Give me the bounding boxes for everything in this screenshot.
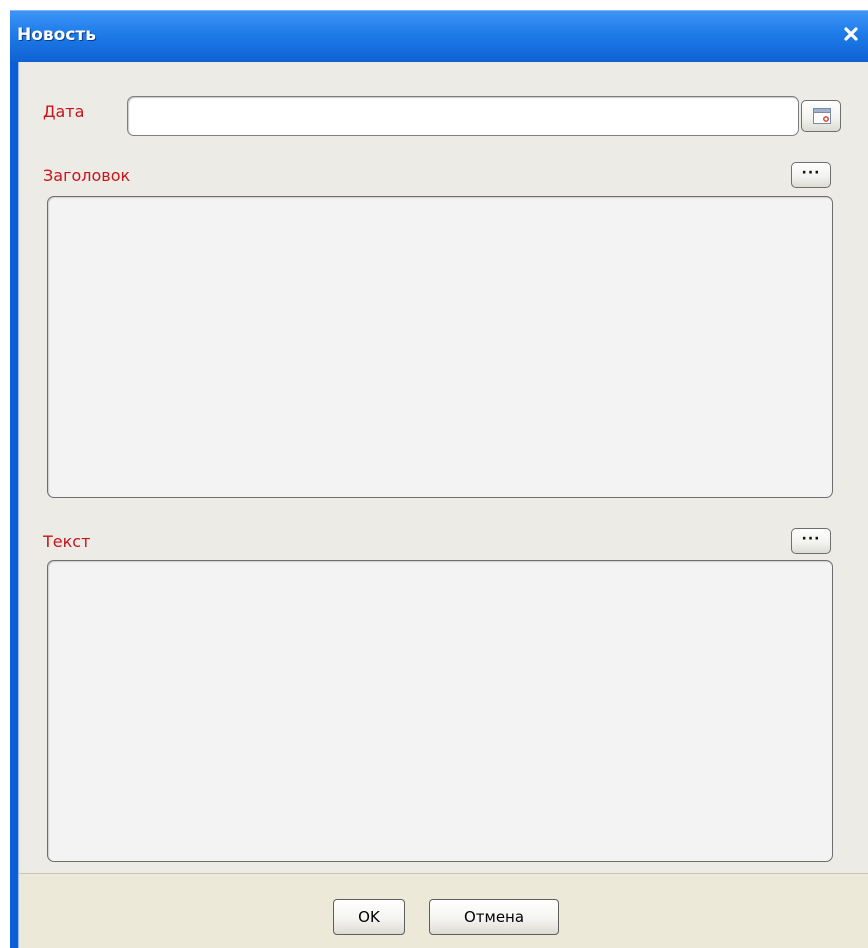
close-button[interactable] <box>838 21 864 47</box>
heading-textarea[interactable] <box>47 196 833 498</box>
heading-label: Заголовок <box>43 166 131 185</box>
text-textarea[interactable] <box>47 560 833 862</box>
window-title: Новость <box>17 25 97 45</box>
news-dialog-window: Новость Дата Заголовок ··· Текст ··· OK … <box>10 10 868 948</box>
title-bar[interactable]: Новость <box>10 10 868 62</box>
heading-more-button[interactable]: ··· <box>791 162 831 188</box>
close-icon <box>838 21 864 47</box>
calendar-icon <box>813 108 831 128</box>
ellipsis-icon: ··· <box>801 531 821 547</box>
cancel-button[interactable]: Отмена <box>429 899 559 935</box>
dialog-body: Дата Заголовок ··· Текст ··· OK Отмена <box>18 62 868 948</box>
ok-button[interactable]: OK <box>333 899 405 935</box>
form-panel: Дата Заголовок ··· Текст ··· <box>19 62 868 874</box>
date-label: Дата <box>43 102 85 121</box>
text-label: Текст <box>43 532 91 551</box>
calendar-button[interactable] <box>801 100 841 132</box>
date-input[interactable] <box>127 96 799 136</box>
ellipsis-icon: ··· <box>801 165 821 181</box>
text-more-button[interactable]: ··· <box>791 528 831 554</box>
